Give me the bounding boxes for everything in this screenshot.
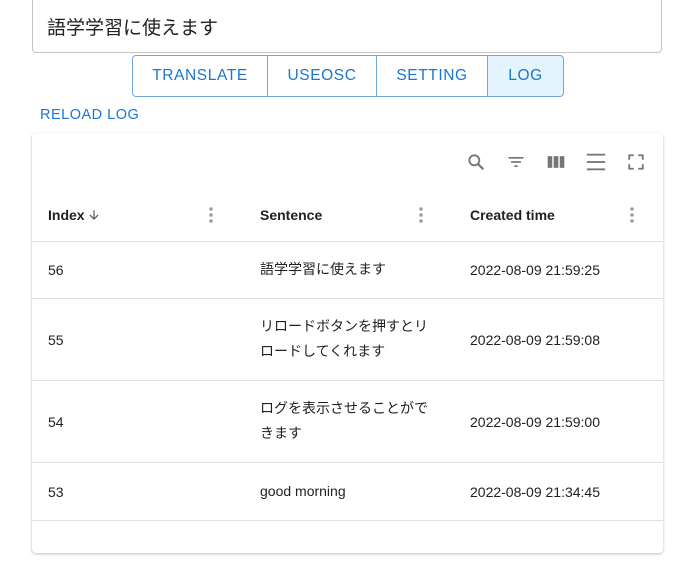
tab-setting-label: SETTING xyxy=(396,67,468,84)
column-header-created-time[interactable]: Created time xyxy=(470,189,555,241)
search-icon[interactable] xyxy=(464,150,488,174)
column-header-index[interactable]: Index xyxy=(48,189,101,241)
table-row[interactable]: 56 語学学習に使えます 2022-08-09 21:59:25 xyxy=(32,242,663,299)
text-input[interactable]: 語学学習に使えます xyxy=(32,0,662,53)
sentence-line: good morning xyxy=(260,483,346,499)
cell-index: 54 xyxy=(48,413,64,430)
table-header: Index Sentence Created time xyxy=(32,189,663,242)
density-icon[interactable] xyxy=(584,150,608,174)
cell-created-time: 2022-08-09 21:59:25 xyxy=(470,262,600,278)
reload-log-button[interactable]: RELOAD LOG xyxy=(40,107,139,123)
sort-descending-icon xyxy=(87,208,101,222)
cell-index: 55 xyxy=(48,331,64,348)
tab-translate-label: TRANSLATE xyxy=(152,67,248,84)
column-menu-icon[interactable] xyxy=(620,203,644,227)
cell-created-time: 2022-08-09 21:34:45 xyxy=(470,483,600,500)
table-row[interactable]: 55 リロードボタンを押すとリ ロードしてくれます 2022-08-09 21:… xyxy=(32,299,663,381)
column-header-index-label: Index xyxy=(48,207,85,223)
text-input-value: 語学学習に使えます xyxy=(47,17,219,39)
column-menu-icon[interactable] xyxy=(199,203,223,227)
cell-sentence: 語学学習に使えます xyxy=(260,242,440,298)
cell-sentence: リロードボタンを押すとリ ロードしてくれます xyxy=(260,299,440,380)
fullscreen-icon[interactable] xyxy=(624,150,648,174)
cell-created-time: 2022-08-09 21:59:00 xyxy=(470,413,600,430)
tab-setting[interactable]: SETTING xyxy=(376,55,488,97)
sentence-line: リロードボタンを押すとリ xyxy=(260,318,428,335)
filter-icon[interactable] xyxy=(504,150,528,174)
sentence-line: ログを表示させることがで xyxy=(260,400,428,417)
column-header-sentence-label: Sentence xyxy=(260,207,323,223)
tab-log[interactable]: LOG xyxy=(487,55,564,97)
column-header-sentence[interactable]: Sentence xyxy=(260,189,322,241)
log-table: Index Sentence Created time 56 語学学習に使えます xyxy=(32,133,663,553)
column-menu-icon[interactable] xyxy=(409,203,433,227)
columns-icon[interactable] xyxy=(544,150,568,174)
sentence-line: 語学学習に使えます xyxy=(260,261,386,278)
sentence-line: きます xyxy=(260,425,302,442)
table-row[interactable] xyxy=(32,521,663,561)
sentence-line: ロードしてくれます xyxy=(260,343,386,360)
tab-log-label: LOG xyxy=(508,67,543,84)
cell-sentence: ログを表示させることがで きます xyxy=(260,381,440,462)
table-row[interactable]: 53 good morning 2022-08-09 21:34:45 xyxy=(32,463,663,521)
cell-created-time: 2022-08-09 21:59:08 xyxy=(470,331,600,348)
column-header-created-time-label: Created time xyxy=(470,207,555,223)
tab-useosc[interactable]: USEOSC xyxy=(267,55,377,97)
tab-group: TRANSLATE USEOSC SETTING LOG xyxy=(132,55,564,97)
tab-translate[interactable]: TRANSLATE xyxy=(132,55,268,97)
cell-index: 56 xyxy=(48,262,64,278)
cell-index: 53 xyxy=(48,483,64,500)
cell-sentence: good morning xyxy=(260,463,440,520)
tab-useosc-label: USEOSC xyxy=(287,67,357,84)
table-row[interactable]: 54 ログを表示させることがで きます 2022-08-09 21:59:00 xyxy=(32,381,663,463)
